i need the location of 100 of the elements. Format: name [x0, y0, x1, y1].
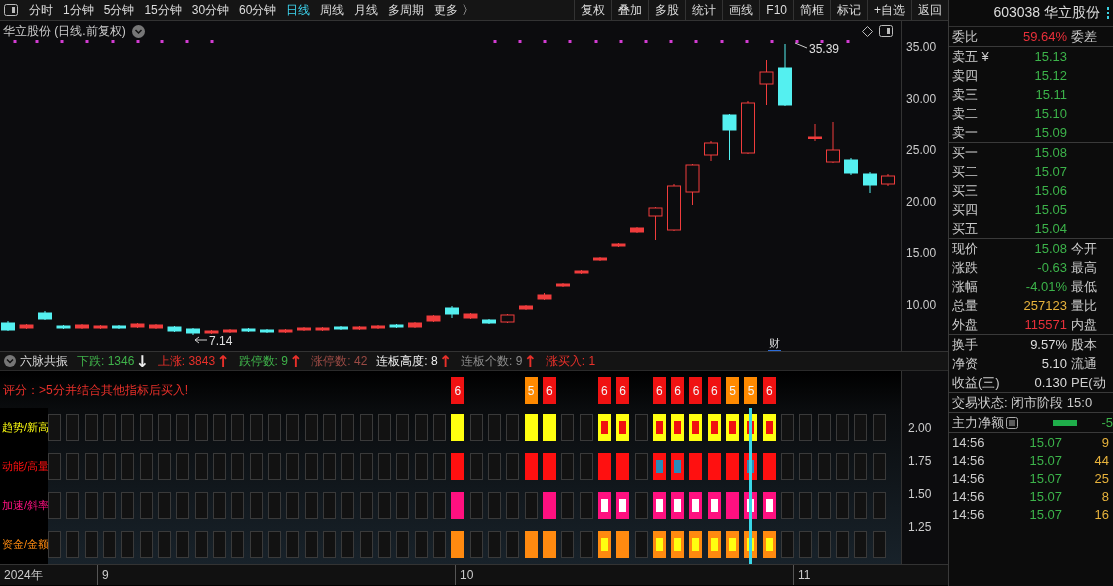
candle	[593, 256, 607, 262]
period-tab[interactable]: 15分钟	[139, 1, 187, 19]
tick-volume: 16	[1093, 506, 1109, 522]
quote-value: 9.57%	[1029, 337, 1067, 352]
list-icon[interactable]	[1006, 416, 1018, 429]
price-axis-label: 10.00	[905, 297, 938, 314]
quote-label: 最高	[1070, 258, 1098, 277]
trading-status: 交易状态: 闭市阶段 15:0	[952, 393, 1093, 412]
tick-time: 14:56	[952, 506, 986, 522]
toolbar-button[interactable]: 返回	[911, 0, 948, 20]
row-label: 趋势/新高	[0, 408, 48, 447]
quote-label: 委比	[952, 27, 979, 46]
toolbar-button[interactable]: 标记	[830, 0, 867, 20]
quote-value: 15.07	[1033, 164, 1067, 179]
period-tab[interactable]: 日线	[281, 1, 316, 19]
toolbar-button[interactable]: 画线	[722, 0, 760, 20]
toolbar-button[interactable]: 多股	[648, 0, 686, 20]
candle	[75, 323, 89, 330]
period-tab[interactable]: 30分钟	[186, 1, 235, 19]
score-badge: 6	[597, 377, 611, 404]
candle	[186, 327, 200, 336]
price-axis-label: 35.00	[905, 40, 938, 56]
tick-time: 14:56	[952, 488, 986, 504]
date-label: 2024年	[4, 566, 43, 584]
period-tab[interactable]: 分时	[24, 1, 58, 19]
handle-icon[interactable]	[1106, 7, 1110, 19]
trend-arrow: ↑	[288, 352, 303, 370]
market-stat: 跌停数: 9	[238, 352, 288, 370]
diamond-icon[interactable]	[862, 25, 874, 37]
candle	[537, 292, 552, 301]
chevron-circle-icon[interactable]	[4, 355, 16, 367]
toolbar-button[interactable]: F10	[759, 0, 793, 20]
market-stat: 连板高度: 8	[376, 352, 438, 370]
tick-price: 15.07	[1028, 488, 1062, 504]
candle	[93, 324, 108, 330]
quote-value: 15.05	[1033, 202, 1067, 217]
candle	[167, 325, 182, 333]
tick-time: 14:56	[952, 434, 986, 450]
trend-arrow: ↑	[438, 352, 453, 370]
toolbar-button[interactable]: 复权	[574, 0, 612, 20]
candle	[611, 242, 626, 248]
toolbar-button[interactable]: 统计	[685, 0, 723, 20]
stock-name: 603038 华立股份	[993, 4, 1100, 22]
candle	[759, 59, 774, 106]
candle	[112, 324, 126, 330]
high-price-label: 35.39	[809, 42, 840, 56]
candle	[574, 269, 589, 275]
candle	[778, 43, 792, 107]
period-tab[interactable]: 月线	[349, 1, 384, 19]
row-label: 动能/高量	[0, 447, 48, 486]
candle	[38, 310, 52, 321]
panel-toggle-icon[interactable]	[879, 25, 894, 37]
low-price-label: 7.14	[209, 334, 233, 348]
candle	[315, 326, 330, 332]
period-tab[interactable]: 周线	[315, 1, 350, 19]
quote-label: 流通	[1070, 354, 1098, 373]
tick-price: 15.07	[1028, 452, 1062, 468]
candle	[260, 328, 274, 334]
score-badge: 5	[524, 377, 538, 404]
quote-label: 今开	[1070, 239, 1098, 258]
period-tab[interactable]: 多周期	[383, 1, 430, 19]
quote-label: 涨幅	[952, 277, 979, 296]
row-label: 加速/斜率	[0, 486, 48, 525]
panel-toggle-icon[interactable]	[4, 4, 18, 16]
score-badge: 6	[707, 377, 721, 404]
tick-volume: 9	[1100, 434, 1109, 450]
toolbar-button[interactable]: +自选	[867, 0, 911, 20]
quote-value: 15.09	[1033, 125, 1067, 140]
date-label: 11	[798, 568, 811, 582]
date-label: 9	[102, 568, 109, 582]
candle	[519, 304, 533, 311]
quote-label: 卖五 ¥	[952, 47, 990, 66]
period-tab[interactable]: 更多 〉	[429, 1, 479, 19]
quote-value: -4.01%	[1024, 279, 1067, 294]
candle	[667, 183, 681, 232]
quote-value: 15.08	[1033, 241, 1067, 256]
candle	[463, 312, 478, 320]
candle	[408, 321, 422, 329]
quote-label: 卖一	[952, 123, 979, 142]
period-tab[interactable]: 60分钟	[234, 1, 282, 19]
quote-label: 净资	[952, 354, 979, 373]
chevron-circle-icon[interactable]	[131, 24, 145, 38]
candle	[500, 313, 515, 324]
tick-time: 14:56	[952, 452, 986, 468]
chart-title: 华立股份 (日线.前复权)	[3, 22, 126, 40]
toolbar-button[interactable]: 叠加	[611, 0, 649, 20]
candle	[445, 305, 459, 319]
net-flow-bar	[1053, 419, 1077, 426]
candle	[130, 322, 145, 329]
tick-volume: 25	[1093, 470, 1109, 486]
tick-price: 15.07	[1028, 506, 1062, 522]
toolbar-button[interactable]: 简框	[793, 0, 830, 20]
score-badge: 6	[652, 377, 666, 404]
score-hint: 评分：>5分并结合其他指标后买入!	[2, 381, 189, 399]
price-axis-label: 15.00	[905, 246, 938, 262]
indicator-axis-label: 1.75	[907, 453, 933, 470]
period-tab[interactable]: 1分钟	[58, 1, 99, 19]
price-axis-label: 20.00	[905, 194, 938, 211]
period-tab[interactable]: 5分钟	[98, 1, 140, 19]
candle	[389, 323, 404, 329]
